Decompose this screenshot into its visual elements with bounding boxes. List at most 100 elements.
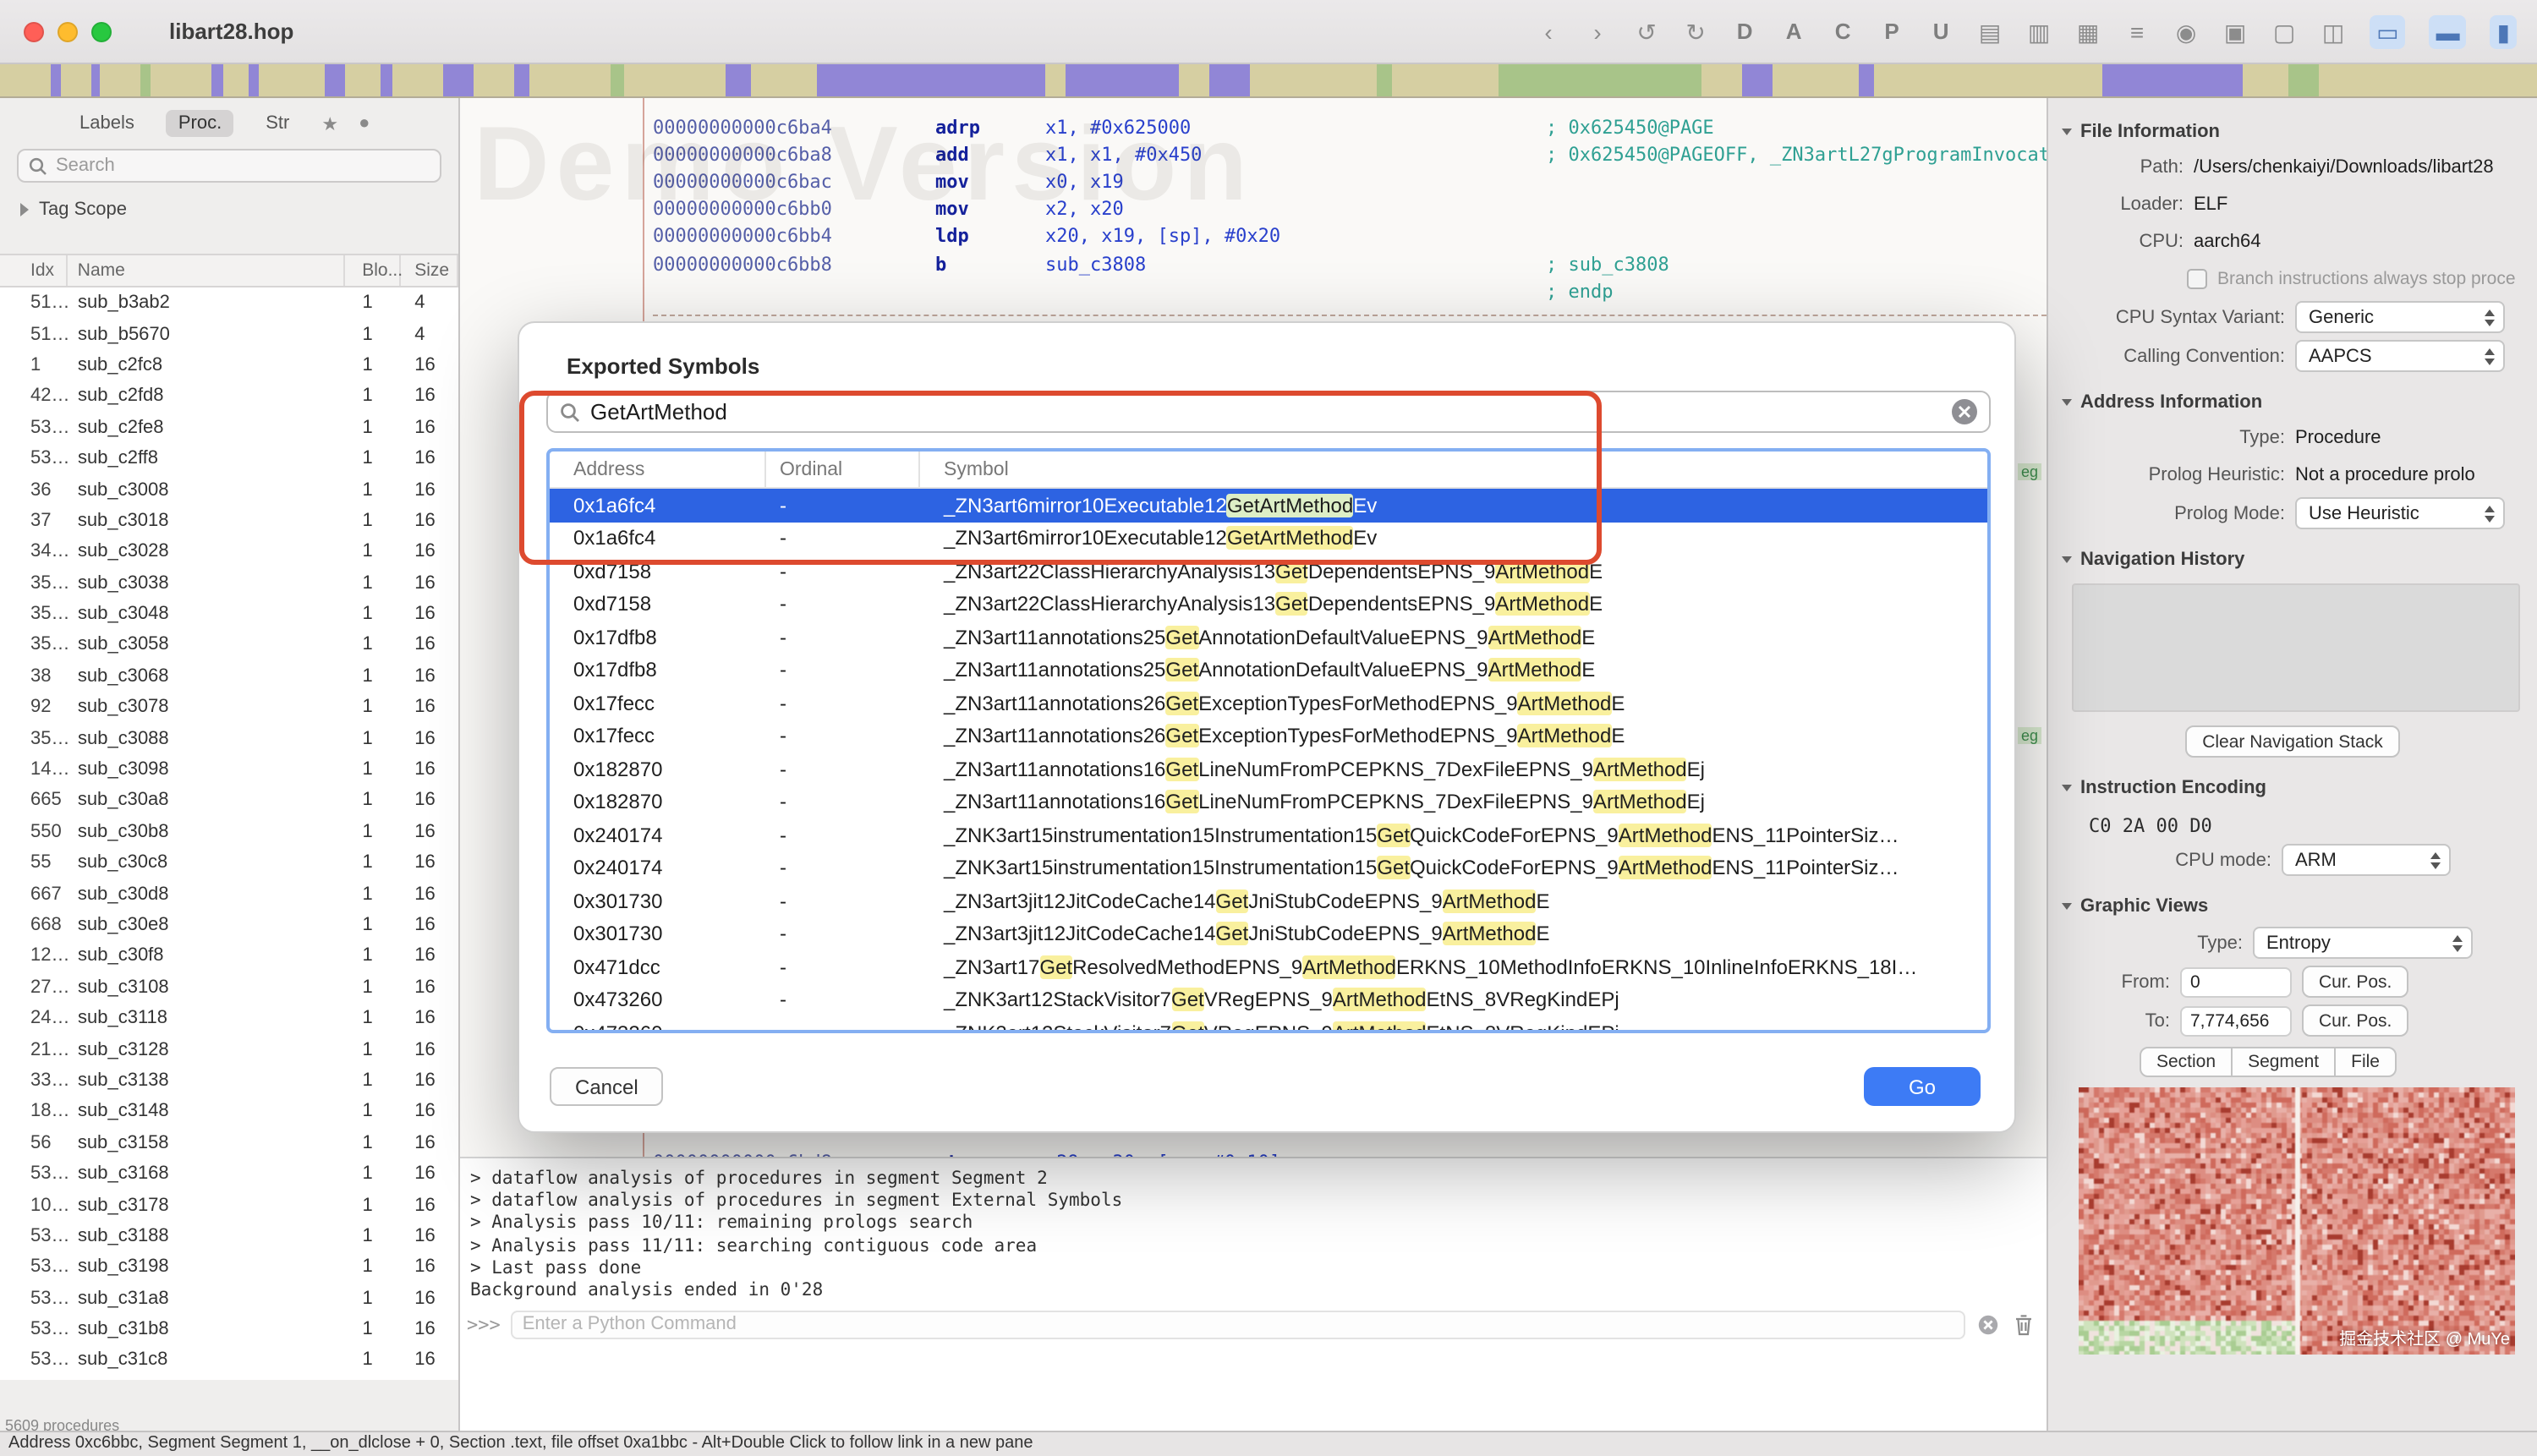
trash-icon[interactable] bbox=[2011, 1311, 2036, 1337]
maximize-window-button[interactable] bbox=[91, 21, 112, 41]
sidebar-search-field[interactable] bbox=[17, 149, 441, 183]
disasm-line[interactable]: 00000000000c6bacmovx0, x19 bbox=[460, 168, 2047, 195]
section-navigation-history[interactable]: Navigation History bbox=[2048, 546, 2537, 573]
procedure-row[interactable]: 10…sub_c3178116 bbox=[0, 1190, 458, 1221]
symbol-row[interactable]: 0x301730-_ZN3art3jit12JitCodeCache14GetJ… bbox=[550, 884, 1987, 917]
procedure-row[interactable]: 53…sub_c3188116 bbox=[0, 1220, 458, 1251]
calling-convention-dropdown[interactable]: AAPCS bbox=[2295, 340, 2505, 372]
procedure-row[interactable]: 53…sub_c3168116 bbox=[0, 1158, 458, 1190]
to-field[interactable]: 7,774,656 bbox=[2180, 1005, 2292, 1036]
disasm-line[interactable]: 00000000000c6ba8addx1, x1, #0x450; 0x625… bbox=[460, 140, 2047, 167]
toolbar-icon[interactable]: ▮ bbox=[2490, 14, 2517, 48]
scope-segment-button[interactable]: Segment bbox=[2231, 1047, 2336, 1077]
symbol-row[interactable]: 0x240174-_ZNK3art15instrumentation15Inst… bbox=[550, 818, 1987, 851]
procedure-row[interactable]: 51…sub_b567014 bbox=[0, 319, 458, 350]
procedure-row[interactable]: 35…sub_c3048116 bbox=[0, 599, 458, 630]
toolbar-icon[interactable]: U bbox=[1928, 14, 1953, 48]
symbol-row[interactable]: 0x1a6fc4-_ZN3art6mirror10Executable12Get… bbox=[550, 489, 1987, 522]
symbol-row[interactable]: 0xd7158-_ZN3art22ClassHierarchyAnalysis1… bbox=[550, 588, 1987, 621]
procedure-row[interactable]: 92sub_c3078116 bbox=[0, 692, 458, 723]
tag-scope-disclosure[interactable]: Tag Scope bbox=[0, 193, 458, 230]
procedure-table-header[interactable]: Idx Name Blo... Size bbox=[0, 254, 458, 287]
procedure-row[interactable]: 35…sub_c3038116 bbox=[0, 567, 458, 599]
symbol-search-input[interactable] bbox=[590, 399, 1942, 424]
symbol-row[interactable]: 0x182870-_ZN3art11annotations16GetLineNu… bbox=[550, 753, 1987, 785]
procedure-row[interactable]: 35…sub_c3088116 bbox=[0, 723, 458, 754]
procedure-row[interactable]: 1sub_c2fc8116 bbox=[0, 350, 458, 381]
procedure-row[interactable]: 27…sub_c3108116 bbox=[0, 972, 458, 1003]
toolbar-icon[interactable]: › bbox=[1585, 14, 1610, 48]
procedure-row[interactable]: 53…sub_c31c8116 bbox=[0, 1345, 458, 1377]
toolbar-icon[interactable]: C bbox=[1830, 14, 1855, 48]
star-tab-icon[interactable]: ★ bbox=[321, 112, 338, 134]
symbol-row[interactable]: 0x182870-_ZN3art11annotations16GetLineNu… bbox=[550, 785, 1987, 818]
symbol-search-field[interactable] bbox=[546, 391, 1991, 433]
toolbar-icon[interactable]: ≡ bbox=[2124, 14, 2150, 48]
procedure-row[interactable]: 33…sub_c3138116 bbox=[0, 1065, 458, 1097]
procedure-row[interactable]: 14…sub_c3098116 bbox=[0, 754, 458, 785]
disasm-line[interactable]: 00000000000c6bb4ldpx20, x19, [sp], #0x20 bbox=[460, 223, 2047, 250]
toolbar-icon[interactable]: ▢ bbox=[2271, 14, 2297, 48]
segment-navigation-bar[interactable] bbox=[0, 64, 2537, 98]
prolog-mode-dropdown[interactable]: Use Heuristic bbox=[2295, 497, 2505, 529]
toolbar-icon[interactable]: ▥ bbox=[2026, 14, 2052, 48]
graphic-type-dropdown[interactable]: Entropy bbox=[2253, 927, 2473, 959]
toolbar-icon[interactable]: ▤ bbox=[1977, 14, 2003, 48]
close-window-button[interactable] bbox=[24, 21, 44, 41]
tab-labels[interactable]: Labels bbox=[68, 110, 146, 137]
section-file-information[interactable]: File Information bbox=[2048, 118, 2537, 145]
section-address-information[interactable]: Address Information bbox=[2048, 389, 2537, 416]
symbol-row[interactable]: 0x17fecc-_ZN3art11annotations26GetExcept… bbox=[550, 720, 1987, 753]
to-cur-pos-button[interactable]: Cur. Pos. bbox=[2302, 1004, 2408, 1037]
procedure-row[interactable]: 550sub_c30b8116 bbox=[0, 816, 458, 847]
toolbar-icon[interactable]: ↺ bbox=[1634, 14, 1659, 48]
disasm-line[interactable]: 00000000000c6bb8bsub_c3808; sub_c3808 bbox=[460, 250, 2047, 277]
clear-search-icon[interactable] bbox=[1952, 399, 1977, 424]
toolbar-icon[interactable]: A bbox=[1781, 14, 1806, 48]
tab-strings[interactable]: Str bbox=[254, 110, 301, 137]
toolbar-icon[interactable]: ‹ bbox=[1536, 14, 1561, 48]
clear-console-icon[interactable] bbox=[1975, 1311, 2001, 1337]
toolbar-icon[interactable]: D bbox=[1732, 14, 1757, 48]
procedure-row[interactable]: 35…sub_c3058116 bbox=[0, 630, 458, 661]
symbol-row[interactable]: 0x240174-_ZNK3art15instrumentation15Inst… bbox=[550, 851, 1987, 884]
procedure-row[interactable]: 24…sub_c3118116 bbox=[0, 1003, 458, 1034]
toolbar-icon[interactable]: ▭ bbox=[2370, 14, 2405, 48]
disasm-line[interactable]: 00000000000c6bb0movx2, x20 bbox=[460, 195, 2047, 222]
procedure-row[interactable]: 18…sub_c3148116 bbox=[0, 1096, 458, 1127]
procedure-row[interactable]: 53…sub_c31b8116 bbox=[0, 1314, 458, 1345]
toolbar-icon[interactable]: ▬ bbox=[2430, 14, 2467, 48]
symbol-row[interactable]: 0xd7158-_ZN3art22ClassHierarchyAnalysis1… bbox=[550, 555, 1987, 588]
procedure-row[interactable]: 53…sub_c3198116 bbox=[0, 1251, 458, 1283]
procedure-row[interactable]: 56sub_c3158116 bbox=[0, 1127, 458, 1158]
symbol-row[interactable]: 0x17dfb8-_ZN3art11annotations25GetAnnota… bbox=[550, 654, 1987, 687]
symbol-row[interactable]: 0x473260-_ZNK3art12StackVisitor7GetVRegE… bbox=[550, 983, 1987, 1016]
disasm-line[interactable]: 00000000000c6ba4adrpx1, #0x625000; 0x625… bbox=[460, 113, 2047, 140]
procedure-row[interactable]: 53…sub_c2ff8116 bbox=[0, 443, 458, 474]
toolbar-icon[interactable]: ◉ bbox=[2173, 14, 2199, 48]
navigation-history-list[interactable] bbox=[2072, 583, 2520, 712]
entropy-graphic[interactable]: 掘金技术社区 @ MuYe bbox=[2079, 1087, 2515, 1355]
symbol-row[interactable]: 0x1a6fc4-_ZN3art6mirror10Executable12Get… bbox=[550, 522, 1987, 555]
procedure-row[interactable]: 667sub_c30d8116 bbox=[0, 879, 458, 910]
scope-file-button[interactable]: File bbox=[2334, 1047, 2397, 1077]
toolbar-icon[interactable]: ◫ bbox=[2321, 14, 2346, 48]
procedure-row[interactable]: 668sub_c30e8116 bbox=[0, 910, 458, 941]
procedure-row[interactable]: 665sub_c30a8116 bbox=[0, 785, 458, 817]
disasm-line[interactable]: ; endp bbox=[460, 277, 2047, 304]
section-instruction-encoding[interactable]: Instruction Encoding bbox=[2048, 775, 2537, 802]
cpu-syntax-dropdown[interactable]: Generic bbox=[2295, 301, 2505, 333]
entropy-canvas[interactable] bbox=[2079, 1087, 2515, 1355]
tab-procedures[interactable]: Proc. bbox=[167, 110, 233, 137]
cancel-button[interactable]: Cancel bbox=[550, 1067, 664, 1106]
procedure-row[interactable]: 53…sub_c2fe8116 bbox=[0, 412, 458, 443]
procedure-row[interactable]: 37sub_c3018116 bbox=[0, 505, 458, 536]
toolbar-icon[interactable]: ▣ bbox=[2222, 14, 2248, 48]
symbol-row[interactable]: 0x473260-_ZNK3art12StackVisitor7GetVRegE… bbox=[550, 1016, 1987, 1033]
procedure-row[interactable]: 42…sub_c2fd8116 bbox=[0, 380, 458, 412]
clear-navigation-stack-button[interactable]: Clear Navigation Stack bbox=[2185, 725, 2400, 758]
section-graphic-views[interactable]: Graphic Views bbox=[2048, 893, 2537, 920]
toolbar-icon[interactable]: ▦ bbox=[2075, 14, 2101, 48]
from-cur-pos-button[interactable]: Cur. Pos. bbox=[2302, 966, 2408, 998]
symbol-row[interactable]: 0x17dfb8-_ZN3art11annotations25GetAnnota… bbox=[550, 621, 1987, 654]
